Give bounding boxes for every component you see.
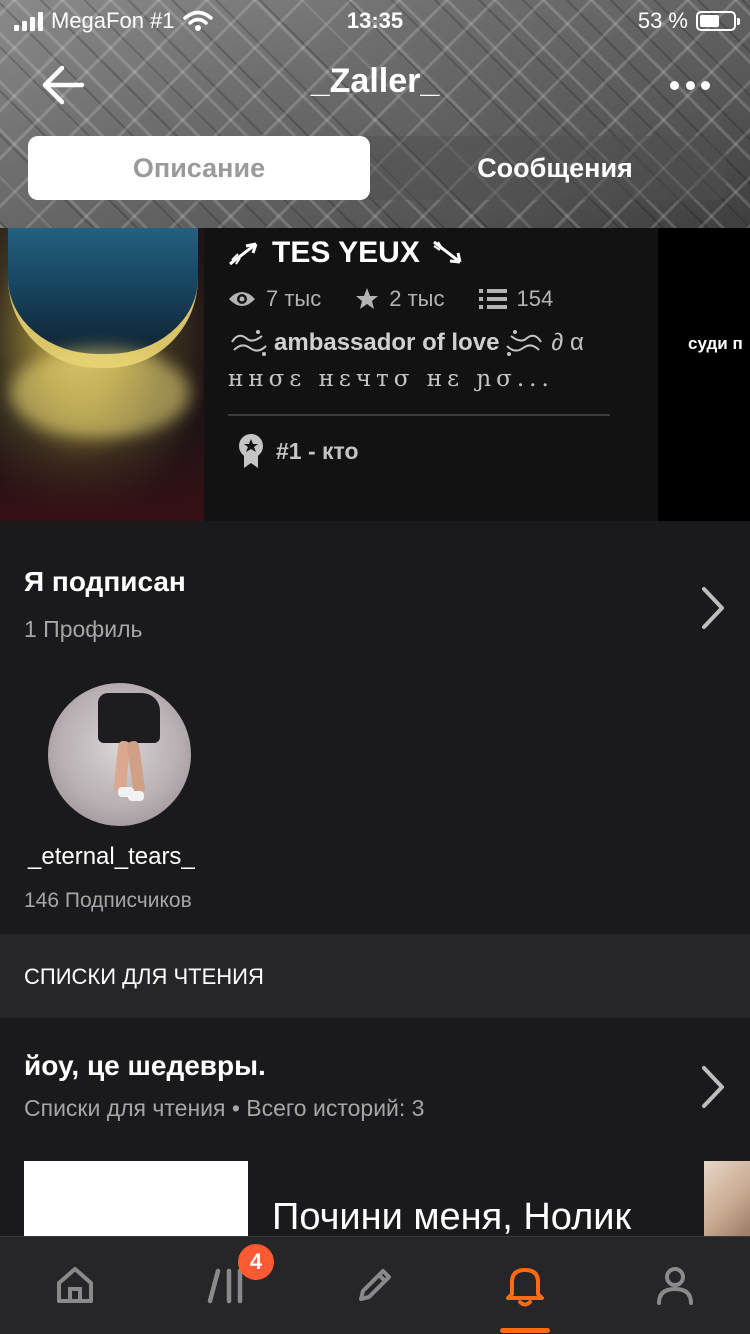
views-count: 7 тыс — [266, 286, 322, 311]
following-count: 1 Профиль — [24, 616, 143, 642]
swirl-ornament-icon — [506, 330, 543, 356]
rank-text: #1 - кто — [276, 437, 359, 464]
next-cover-text: суди п — [688, 334, 743, 353]
list-icon — [478, 289, 507, 309]
story-card[interactable]: TES YEUX 7 тыс 2 тыс 154 ambassador of l… — [204, 228, 658, 521]
story-cover[interactable] — [0, 228, 204, 521]
tab-write[interactable] — [345, 1255, 405, 1315]
battery-icon — [696, 11, 740, 31]
following-section: Я подписан 1 Профиль _eternal_tears_ 146… — [0, 521, 750, 934]
more-options-button[interactable] — [670, 70, 710, 100]
eye-icon — [229, 292, 255, 306]
battery-percent: 53 % — [637, 8, 688, 33]
chevron-right-icon[interactable] — [698, 1064, 728, 1110]
following-title[interactable]: Я подписан — [24, 566, 186, 598]
home-icon — [57, 1267, 93, 1303]
profile-header: MegaFon #1 13:35 53 % _Zaller_ Описание … — [0, 0, 750, 228]
story-rank[interactable]: #1 - кто — [238, 433, 359, 469]
reading-list-title[interactable]: йоу, це шедевры. — [24, 1050, 266, 1082]
book-title[interactable]: Почини меня, Нолик — [272, 1196, 631, 1236]
tab-home[interactable] — [45, 1255, 105, 1315]
views-stat: 7 тыс — [228, 286, 321, 312]
story-title: TES YEUX — [272, 236, 420, 269]
story-stats: 7 тыс 2 тыс 154 — [228, 286, 587, 312]
tab-description[interactable]: Описание — [28, 136, 370, 200]
divider — [228, 414, 610, 416]
reading-lists-header: СПИСКИ ДЛЯ ЧТЕНИЯ — [0, 934, 750, 1018]
bell-icon — [506, 1268, 544, 1307]
avatar-figure — [126, 740, 146, 794]
cover-glow — [10, 348, 190, 438]
reading-lists-heading: СПИСКИ ДЛЯ ЧТЕНИЯ — [24, 964, 264, 989]
followed-user-followers: 146 Подписчиков — [24, 889, 192, 912]
pencil-icon — [359, 1269, 391, 1301]
next-story-cover[interactable]: суди п — [658, 228, 750, 521]
profile-icon — [657, 1267, 693, 1305]
arrow-ornament-icon — [229, 242, 258, 266]
swirl-ornament-icon — [231, 330, 267, 356]
story-title-row: TES YEUX — [228, 236, 464, 270]
cover-art — [8, 228, 198, 368]
avatar[interactable] — [48, 683, 191, 826]
votes-count: 2 тыс — [389, 286, 445, 311]
status-right: 53 % — [637, 8, 740, 34]
book-cover[interactable] — [24, 1161, 248, 1236]
parts-count: 154 — [516, 286, 554, 311]
description-bold: ambassador of love — [274, 329, 500, 356]
ribbon-badge-icon — [239, 434, 263, 468]
arrow-ornament-icon — [432, 240, 462, 264]
star-icon — [356, 288, 379, 309]
description-tail: ∂ α — [551, 329, 584, 356]
active-tab-indicator — [500, 1328, 550, 1333]
parts-stat: 154 — [478, 286, 554, 312]
chevron-right-icon[interactable] — [698, 585, 728, 631]
cover-shade — [0, 431, 204, 521]
segment-tabs: Описание Сообщения — [28, 136, 726, 200]
followed-user-name[interactable]: _eternal_tears_ — [28, 843, 195, 871]
votes-stat: 2 тыс — [355, 286, 445, 312]
dot — [701, 80, 710, 90]
story-description-line2: ннσε нεчтσ нε ɲσ... — [228, 366, 554, 392]
story-description: ambassador of love ∂ α — [228, 328, 638, 358]
dot — [670, 80, 679, 90]
tab-notifications[interactable] — [495, 1255, 555, 1315]
avatar-figure — [128, 791, 144, 801]
tab-profile[interactable] — [645, 1255, 705, 1315]
story-carousel[interactable]: TES YEUX 7 тыс 2 тыс 154 ambassador of l… — [0, 228, 750, 521]
avatar-figure — [98, 693, 160, 743]
dot — [685, 80, 695, 90]
reading-list[interactable]: йоу, це шедевры. Списки для чтения • Все… — [0, 1018, 750, 1236]
status-bar: MegaFon #1 13:35 53 % — [0, 0, 750, 40]
reading-list-subtitle: Списки для чтения • Всего историй: 3 — [24, 1095, 425, 1121]
notification-badge: 4 — [238, 1244, 274, 1280]
bottom-tab-bar: 4 — [0, 1236, 750, 1334]
tab-messages[interactable]: Сообщения — [384, 136, 726, 200]
next-book-cover[interactable] — [704, 1161, 750, 1236]
page-title: _Zaller_ — [310, 62, 440, 100]
